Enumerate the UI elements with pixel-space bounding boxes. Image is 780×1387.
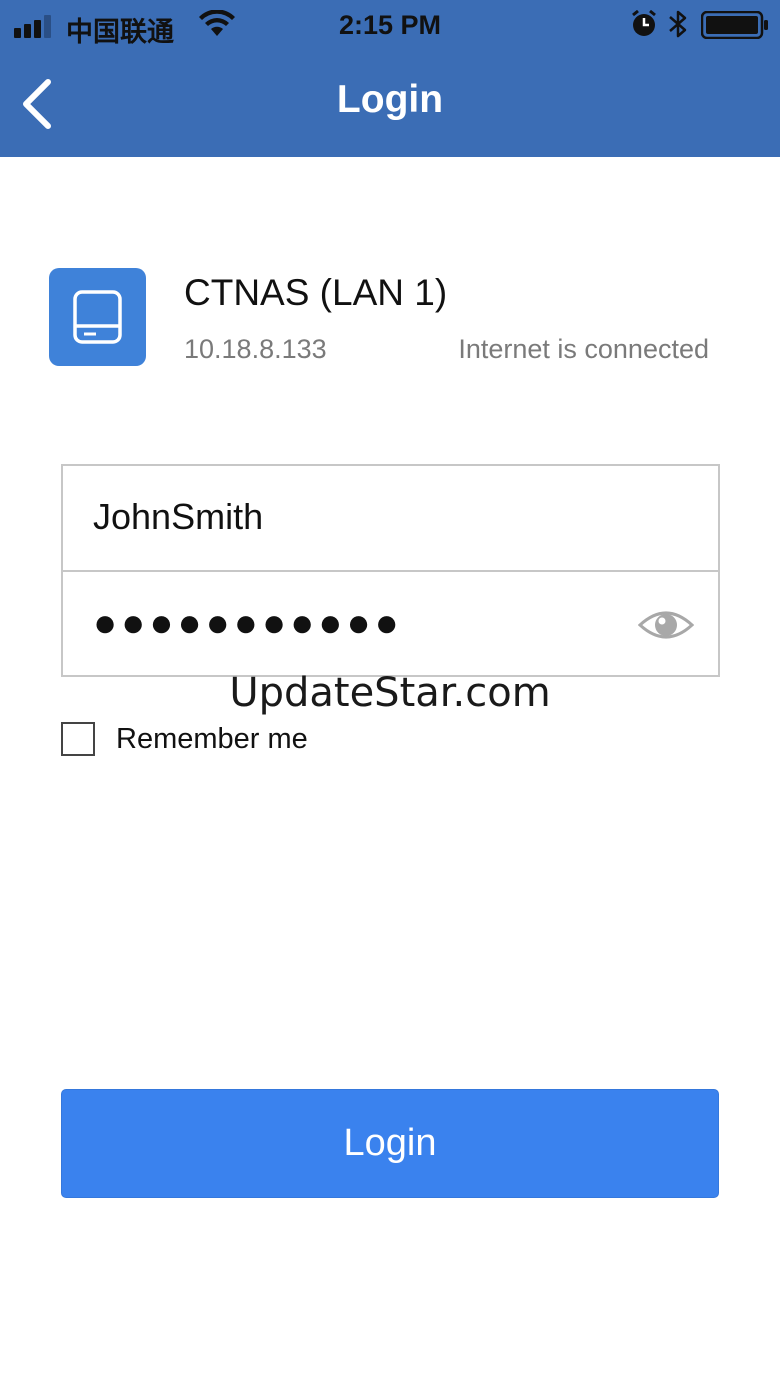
watermark-text: UpdateStar.com [229,670,551,716]
device-icon-tile [49,268,146,366]
alarm-icon [632,10,656,36]
password-field-row [63,572,718,676]
remember-me-label: Remember me [116,723,308,755]
connection-status: Internet is connected [458,334,709,364]
status-bar: 中国联通 2:15 PM [0,0,780,52]
drive-icon [73,290,122,344]
username-field-row [63,466,718,572]
bluetooth-icon [669,10,687,38]
device-info: CTNAS (LAN 1) 10.18.8.133 Internet is co… [49,268,729,378]
username-input[interactable] [93,466,633,568]
remember-me-checkbox[interactable] [61,722,95,756]
app-header: 中国联通 2:15 PM Login [0,0,780,157]
device-name: CTNAS (LAN 1) [184,272,448,313]
battery-icon [701,11,768,39]
login-button[interactable]: Login [61,1089,719,1198]
eye-icon[interactable] [638,607,694,643]
login-form [61,464,720,677]
device-ip: 10.18.8.133 [184,334,327,364]
page-title: Login [336,78,444,121]
password-input[interactable] [93,572,633,674]
status-time: 2:15 PM [338,10,442,40]
